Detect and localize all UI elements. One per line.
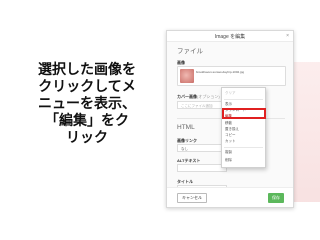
menu-separator (224, 147, 263, 148)
menu-item-copy[interactable]: コピー (225, 133, 236, 138)
image-link-value: なし (181, 146, 188, 151)
menu-item-clear[interactable]: クリア (225, 91, 236, 96)
instruction-line: ニューを表示、 (38, 96, 136, 112)
cover-hint: (オプション) (197, 94, 220, 99)
instruction-line: リック (66, 130, 108, 146)
edit-highlight-box (222, 108, 266, 119)
instruction-line: 選択した画像を (38, 62, 136, 78)
menu-item-move[interactable]: 移動 (225, 121, 232, 126)
cover-image-field[interactable]: ここにファイル追加 (177, 101, 227, 109)
context-menu: クリア 表示 ダウンロード 編集 移動 置き換え コピー カット 複製 削除 (221, 87, 266, 168)
page-background (292, 62, 320, 202)
dialog-footer: キャンセル 保存 (167, 187, 293, 207)
dialog-header: Image を編集 × (167, 31, 293, 42)
alt-text-input[interactable] (177, 164, 227, 172)
menu-separator (224, 99, 263, 100)
instruction-line: クリックしてメ (38, 79, 136, 95)
file-section-title: ファイル (177, 48, 203, 55)
cover-placeholder: ここにファイル追加 (181, 103, 213, 108)
file-name: brookhaven-sunset-daytrip-1002.jpg (196, 70, 245, 74)
image-thumbnail[interactable] (180, 69, 194, 83)
image-link-select[interactable]: なし (177, 144, 227, 152)
dialog-title: Image を編集 (214, 34, 246, 40)
menu-item-duplicate[interactable]: 複製 (225, 150, 232, 155)
menu-item-delete[interactable]: 削除 (225, 158, 232, 163)
image-file-field[interactable]: brookhaven-sunset-daytrip-1002.jpg (177, 66, 286, 86)
cover-image-label: カバー画像(オプション) (177, 94, 220, 100)
menu-item-cut[interactable]: カット (225, 139, 236, 144)
instruction-line: 「編集」をク (45, 113, 129, 129)
menu-item-replace[interactable]: 置き換え (225, 127, 239, 132)
html-section-title: HTML (177, 124, 195, 131)
close-icon[interactable]: × (286, 33, 289, 39)
cover-label-text: カバー画像 (177, 94, 197, 99)
cancel-button[interactable]: キャンセル (177, 193, 207, 203)
menu-item-view[interactable]: 表示 (225, 102, 232, 107)
save-button[interactable]: 保存 (268, 193, 284, 203)
instruction-text: 選択した画像を クリックしてメ ニューを表示、 「編集」をク リック (14, 62, 160, 147)
